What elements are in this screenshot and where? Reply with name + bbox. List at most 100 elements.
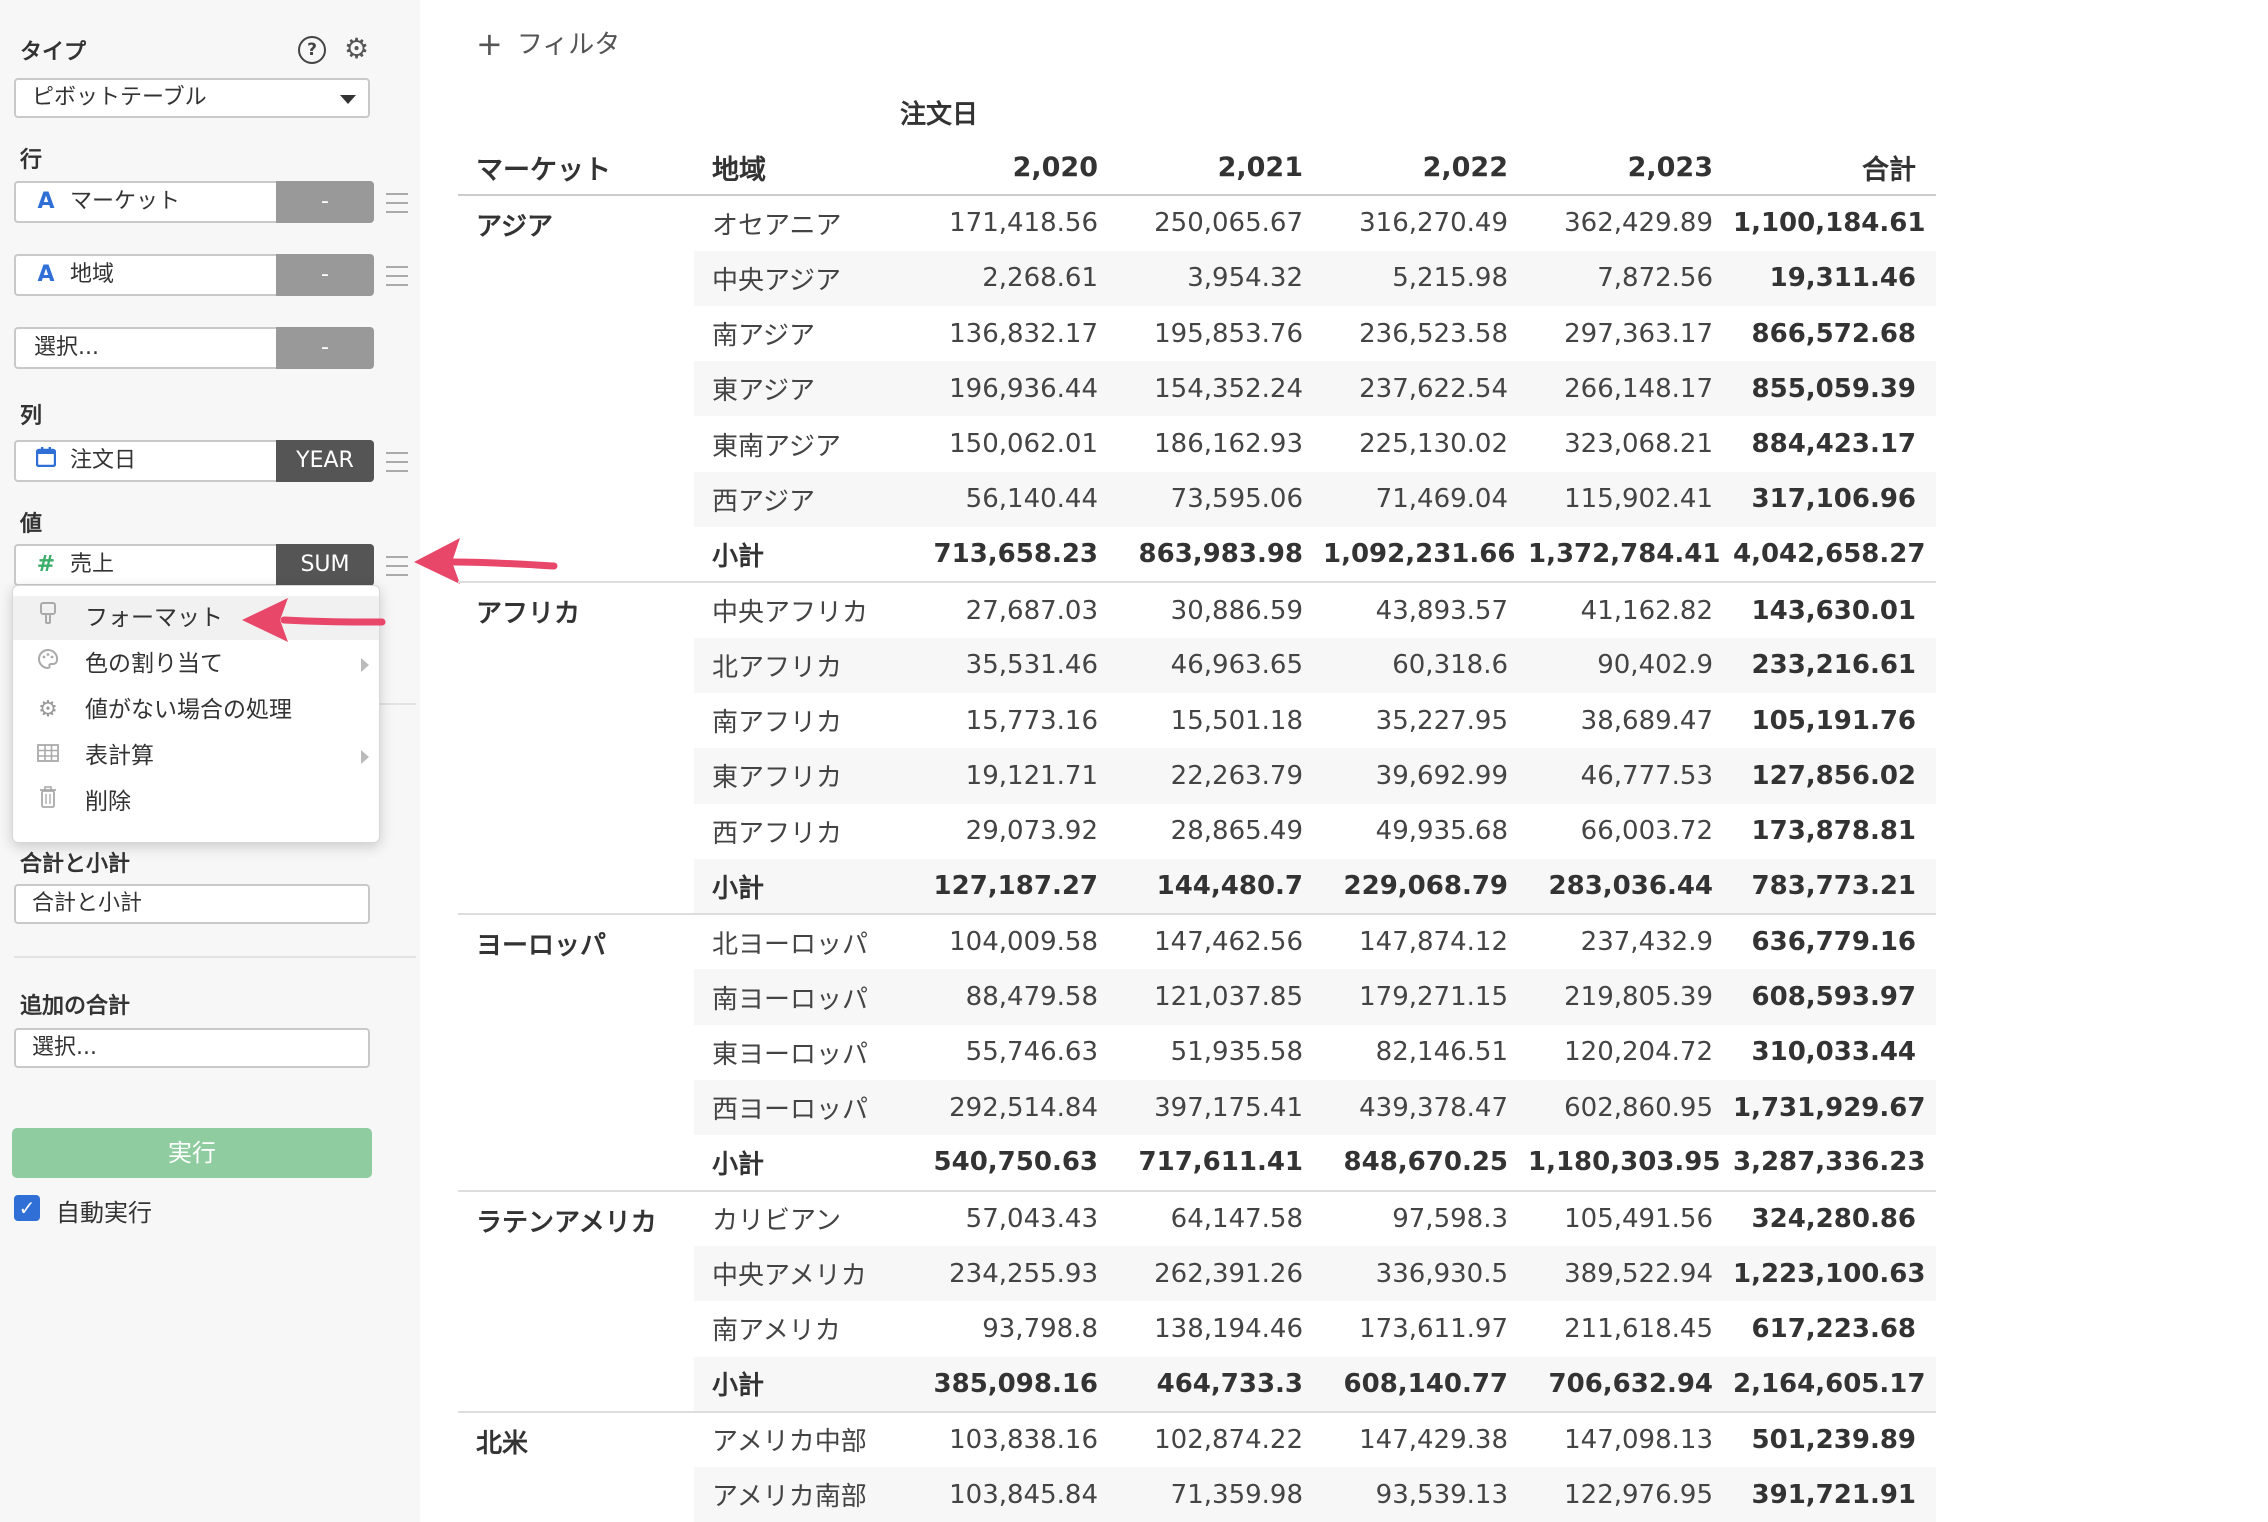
row-field-market[interactable]: A マーケット - (14, 181, 374, 223)
table-row: 北米 アメリカ中部 103,838.16 102,874.22 147,429.38 14… (458, 1410, 1936, 1522)
value-cell: 706,632.94 (1528, 1356, 1733, 1412)
value-cell: 7,872.56 (1528, 250, 1733, 306)
total-cell: 143,630.01 (1733, 581, 1936, 638)
value-cell: 122,976.95 (1528, 1467, 1733, 1522)
region-cell: 西ヨーロッパ (694, 1080, 914, 1136)
value-label: 値 (20, 512, 43, 537)
menu-item-label: 値がない場合の処理 (85, 697, 292, 723)
menu-item-label: フォーマット (85, 605, 223, 631)
menu-item-missing-values[interactable]: ⚙ 値がない場合の処理 (13, 688, 379, 732)
auto-run-checkbox[interactable]: ✓ (14, 1195, 40, 1221)
divider (14, 956, 416, 958)
drag-handle-icon[interactable] (386, 556, 408, 576)
header-2020[interactable]: 2,020 (914, 140, 1118, 197)
field-label: マーケット (70, 189, 181, 214)
row-field-select-name[interactable]: 選択... (14, 327, 276, 369)
totals-label: 合計と小計 (20, 852, 131, 877)
header-2023[interactable]: 2,023 (1528, 140, 1733, 197)
region-cell: 南アジア (712, 321, 815, 352)
region-cell: 北ヨーロッパ (694, 913, 914, 970)
drag-handle-icon[interactable] (386, 193, 408, 213)
row-field-market-name[interactable]: A マーケット (14, 181, 276, 223)
row-field-select-agg[interactable]: - (276, 327, 374, 369)
type-select[interactable]: ピボットテーブル (14, 78, 370, 118)
header-region[interactable]: 地域 (694, 140, 914, 197)
value-cell: 316,270.49 (1359, 208, 1508, 239)
run-button[interactable]: 実行 (12, 1128, 372, 1178)
value-cell: 195,853.76 (1154, 318, 1303, 349)
row-field-region-name[interactable]: A 地域 (14, 254, 276, 296)
help-icon[interactable]: ? (298, 36, 326, 64)
region-cell: 中央アフリカ (694, 581, 914, 638)
value-cell: 27,687.03 (914, 581, 1118, 638)
drag-handle-icon[interactable] (386, 452, 408, 472)
value-cell: 147,462.56 (1118, 913, 1323, 970)
value-cell: 5,215.98 (1323, 250, 1528, 306)
text-type-icon: A (37, 189, 55, 214)
table-row: ラテンアメリカ カリビアン 57,043.43 64,147.58 97,598.3 10… (458, 1189, 1936, 1412)
value-cell: 22,263.79 (1118, 748, 1323, 804)
pivot-table: マーケット 地域 2,020 2,021 2,022 2,023 合計 アジア オ… (458, 140, 1936, 1522)
value-cell: 389,522.94 (1528, 1245, 1733, 1302)
row-field-region[interactable]: A 地域 - (14, 254, 374, 296)
total-cell: 501,239.89 (1733, 1410, 1936, 1468)
header-total[interactable]: 合計 (1733, 140, 1936, 197)
totals-select[interactable]: 合計と小計 (14, 884, 370, 924)
region-cell: 北アフリカ (694, 637, 914, 693)
menu-item-delete[interactable]: 削除 (13, 780, 379, 824)
extra-totals-select[interactable]: 選択... (14, 1028, 370, 1068)
total-cell: 783,773.21 (1733, 858, 1936, 915)
value-cell: 35,227.95 (1375, 705, 1508, 736)
total-cell: 310,033.44 (1751, 1037, 1916, 1068)
region-cell: 中央アジア (694, 250, 914, 306)
row-field-region-agg[interactable]: - (276, 254, 374, 296)
region-cell: アメリカ中部 (694, 1410, 914, 1468)
column-field-order-date[interactable]: 注文日 YEAR (14, 440, 374, 482)
field-label: 地域 (70, 262, 115, 287)
value-cell: 179,271.15 (1323, 969, 1528, 1025)
total-cell: 391,721.91 (1733, 1467, 1936, 1522)
menu-item-color-assignment[interactable]: 色の割り当て (13, 642, 379, 686)
value-cell: 88,479.58 (914, 969, 1118, 1025)
subtotal-label: 小計 (712, 541, 765, 572)
header-2021[interactable]: 2,021 (1118, 140, 1323, 197)
value-cell: 15,773.16 (965, 705, 1098, 736)
value-field-sales[interactable]: # 売上 SUM (14, 544, 374, 586)
header-2022[interactable]: 2,022 (1323, 140, 1528, 197)
value-cell: 196,936.44 (914, 361, 1118, 417)
value-field-name[interactable]: # 売上 (14, 544, 276, 586)
column-group-header: 注文日 (900, 100, 979, 130)
value-cell: 397,175.41 (1118, 1080, 1323, 1136)
row-field-market-agg[interactable]: - (276, 181, 374, 223)
value-cell: 323,068.21 (1564, 429, 1713, 460)
market-cell: 北米 (458, 1410, 694, 1522)
value-cell: 71,469.04 (1323, 471, 1528, 528)
value-cell: 713,658.23 (933, 539, 1098, 570)
column-field-agg[interactable]: YEAR (276, 440, 374, 482)
total-cell: 105,191.76 (1751, 705, 1916, 736)
total-cell: 1,100,184.61 (1733, 208, 1926, 239)
value-cell: 51,935.58 (1170, 1037, 1303, 1068)
menu-item-label: 表計算 (85, 743, 154, 769)
gear-icon[interactable]: ⚙ (344, 34, 369, 64)
value-cell: 103,838.16 (914, 1410, 1118, 1468)
add-filter-button[interactable]: + フィルタ (476, 24, 620, 63)
value-cell: 35,531.46 (914, 637, 1118, 693)
header-market[interactable]: マーケット (458, 140, 694, 197)
value-cell: 104,009.58 (914, 913, 1118, 970)
region-cell: 東南アジア (712, 431, 841, 462)
value-cell: 120,204.72 (1564, 1037, 1713, 1068)
column-field-name[interactable]: 注文日 (14, 440, 276, 482)
total-cell: 2,164,605.17 (1733, 1356, 1936, 1412)
value-cell: 90,402.9 (1528, 637, 1733, 693)
row-field-select[interactable]: 選択... - (14, 327, 374, 369)
value-cell: 97,598.3 (1323, 1189, 1528, 1246)
region-cell: 西アフリカ (712, 818, 843, 849)
gear-icon: ⚙ (38, 697, 58, 722)
value-field-agg[interactable]: SUM (276, 544, 374, 586)
filter-label: フィルタ (516, 30, 621, 60)
drag-handle-icon[interactable] (386, 266, 408, 286)
value-cell: 28,865.49 (1170, 816, 1303, 847)
value-cell: 71,359.98 (1118, 1467, 1323, 1522)
menu-item-table-calculation[interactable]: 表計算 (13, 734, 379, 778)
